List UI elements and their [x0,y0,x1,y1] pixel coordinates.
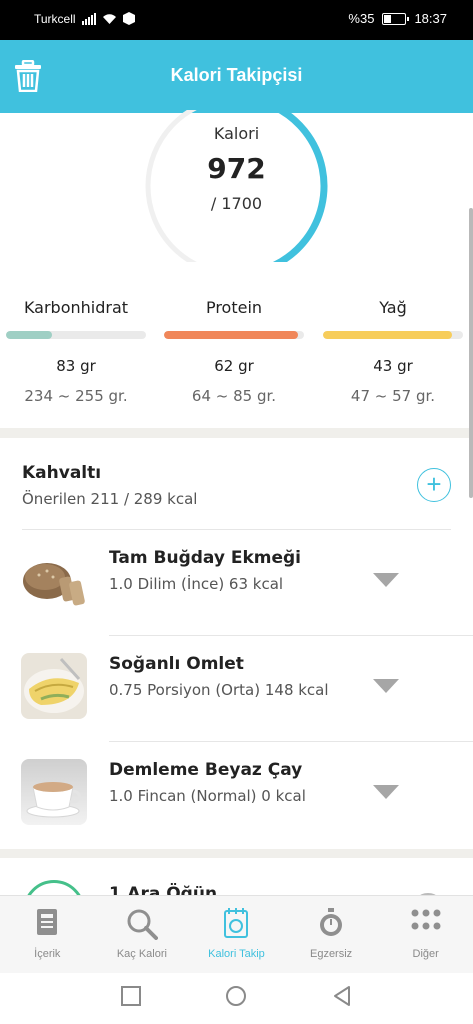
stopwatch-icon [320,908,343,936]
food-detail: 1.0 Dilim (İnce) 63 kcal [109,575,284,593]
tracker-icon [224,908,249,938]
macro-fat: Yağ 43 gr 47 ~ 57 gr. [323,298,463,405]
macro-name: Yağ [379,298,407,317]
macro-bar-fill [323,331,452,339]
macro-amount: 43 gr [373,357,413,375]
carrier-name: Turkcell [34,12,76,26]
macro-bar [164,331,304,339]
food-detail: 0.75 Porsiyon (Orta) 148 kcal [109,681,329,699]
food-detail: 1.0 Fincan (Normal) 0 kcal [109,787,306,805]
book-icon [37,909,58,935]
section-divider [0,849,473,858]
macro-range: 234 ~ 255 gr. [24,387,128,405]
calorie-consumed: 972 [207,152,266,185]
home-icon[interactable] [225,985,247,1007]
bottom-navigation: İçerik Kaç Kalori Kalori Takip Egzersiz [0,895,473,973]
plus-icon: + [426,469,442,499]
nav-label: Diğer [412,948,439,960]
macro-name: Protein [205,298,263,317]
meal-title: Kahvaltı [22,463,102,483]
page-title: Kalori Takipçisi [170,65,303,85]
macro-amount: 62 gr [214,357,254,375]
nav-kalori-takip[interactable]: Kalori Takip [189,896,284,973]
calorie-label: Kalori [213,124,260,143]
food-item[interactable]: Soğanlı Omlet 0.75 Porsiyon (Orta) 148 k… [0,635,473,741]
macro-name: Karbonhidrat [23,298,129,317]
food-item[interactable]: Demleme Beyaz Çay 1.0 Fincan (Normal) 0 … [0,741,473,847]
scrollbar[interactable] [469,208,473,498]
status-bar: Turkcell %35 18:37 [0,0,473,40]
omelette-icon [21,653,87,719]
food-item[interactable]: Tam Buğday Ekmeği 1.0 Dilim (İnce) 63 kc… [0,529,473,635]
clock: 18:37 [414,11,447,26]
food-name: Demleme Beyaz Çay [109,760,303,780]
macro-carbs: Karbonhidrat 83 gr 234 ~ 255 gr. [6,298,146,405]
nav-label: Egzersiz [309,948,353,960]
macro-protein: Protein 62 gr 64 ~ 85 gr. [164,298,304,405]
add-food-button[interactable]: + [417,468,451,502]
nav-label: Kalori Takip [208,948,265,960]
food-name: Soğanlı Omlet [109,654,244,674]
macro-range: 47 ~ 57 gr. [350,387,436,405]
system-navigation-bar [0,973,473,1024]
nav-kac-kalori[interactable]: Kaç Kalori [95,896,190,973]
signal-icon [82,11,96,25]
chevron-down-icon[interactable] [373,573,399,587]
chevron-down-icon[interactable] [373,679,399,693]
section-divider [0,428,473,438]
macro-bar-fill [6,331,53,339]
nav-label: İçerik [34,948,61,960]
battery-icon [382,12,410,25]
search-icon [127,909,158,940]
battery-percent: %35 [348,11,375,26]
nav-label: Kaç Kalori [116,948,167,960]
recents-icon[interactable] [120,985,142,1007]
macro-amount: 83 gr [56,357,96,375]
app-header: Kalori Takipçisi [0,40,473,113]
nfc-icon [123,12,135,25]
bread-icon [21,547,87,613]
nav-egzersiz[interactable]: Egzersiz [284,896,379,973]
calorie-goal: / 1700 [210,194,263,213]
back-icon[interactable] [331,985,353,1007]
wifi-icon [103,14,116,24]
macro-bar-fill [164,331,299,339]
food-name: Tam Buğday Ekmeği [109,548,302,568]
macro-bar [323,331,463,339]
chevron-down-icon[interactable] [373,785,399,799]
macro-bar [6,331,146,339]
macro-range: 64 ~ 85 gr. [191,387,277,405]
tea-cup-icon [21,759,87,825]
grid-dots-icon [411,909,441,930]
meal-recommended: Önerilen 211 / 289 kcal [22,490,198,508]
nav-diger[interactable]: Diğer [378,896,473,973]
nav-icerik[interactable]: İçerik [0,896,95,973]
